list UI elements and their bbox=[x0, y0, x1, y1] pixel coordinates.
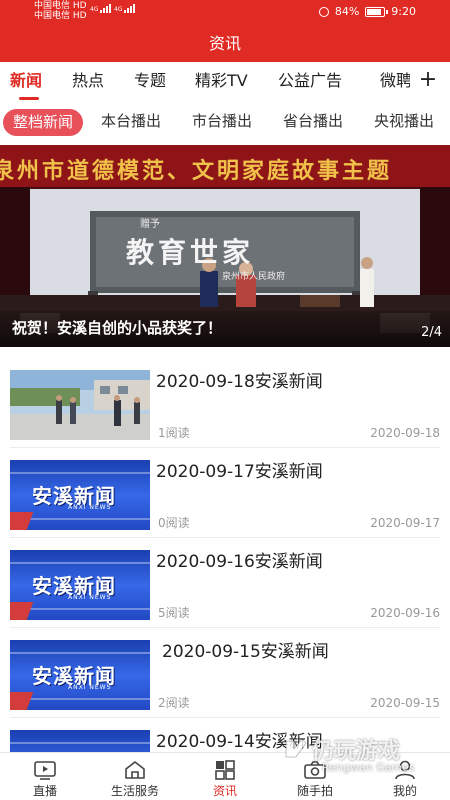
tab-public-ads[interactable]: 公益广告 bbox=[278, 71, 342, 91]
status-bar: 中国电信 HD 中国电信 HD 4G 4G 84% 9:20 bbox=[0, 0, 450, 26]
tv-icon bbox=[34, 761, 56, 780]
carrier-1: 中国电信 HD bbox=[34, 1, 87, 11]
news-date: 2020-09-16 bbox=[370, 606, 440, 620]
anxi-news-logo: 安溪新闻 ANXI NEWS bbox=[10, 640, 150, 710]
battery-percent: 84% bbox=[334, 5, 360, 18]
battery-icon bbox=[365, 6, 389, 17]
news-item[interactable]: 2020-09-18安溪新闻 1阅读 2020-09-18 bbox=[10, 362, 440, 448]
nav-label: 我的 bbox=[392, 784, 417, 798]
page-title: 资讯 bbox=[208, 34, 241, 53]
anxi-news-logo: 安溪新闻 ANXI NEWS bbox=[10, 550, 150, 620]
subtab-full-news[interactable]: 整档新闻 bbox=[3, 109, 84, 136]
news-item[interactable]: 安溪新闻 ANXI NEWS 2020-09-15安溪新闻 2阅读 2020-0… bbox=[10, 632, 440, 718]
news-read-count: 0阅读 bbox=[158, 516, 190, 530]
bottom-nav: 直播 生活服务 资讯 随手拍 我的 bbox=[0, 752, 450, 800]
user-icon bbox=[395, 760, 415, 780]
grid-icon bbox=[215, 760, 235, 780]
news-thumbnail: 安溪新闻 ANXI NEWS bbox=[10, 550, 150, 620]
tab-hot[interactable]: 热点 bbox=[72, 71, 104, 91]
signal-icon-2: 4G bbox=[114, 4, 136, 13]
logo-subtext: ANXI NEWS bbox=[68, 504, 112, 511]
home-icon bbox=[125, 761, 145, 779]
news-read-count: 2阅读 bbox=[158, 696, 190, 710]
tab-jobs[interactable]: 微聘 bbox=[380, 71, 412, 91]
news-date: 2020-09-17 bbox=[370, 516, 440, 530]
active-tab-indicator bbox=[19, 97, 39, 100]
news-date: 2020-09-18 bbox=[370, 426, 440, 440]
banner-plaque-small: 赠予 bbox=[140, 219, 160, 230]
plus-icon[interactable]: + bbox=[418, 69, 438, 91]
banner-carousel[interactable]: 泉州市道德模范、文明家庭故事主题 赠予 教育世家 泉州市人民政府 祝贺！安溪自创… bbox=[0, 145, 450, 347]
subtab-local[interactable]: 本台播出 bbox=[101, 111, 161, 131]
tab-news[interactable]: 新闻 bbox=[10, 71, 42, 91]
sub-tabs: 整档新闻 本台播出 市台播出 省台播出 央视播出 bbox=[0, 104, 450, 140]
news-item[interactable]: 安溪新闻 ANXI NEWS 2020-09-16安溪新闻 5阅读 2020-0… bbox=[10, 542, 440, 628]
carrier-2: 中国电信 HD bbox=[34, 11, 87, 21]
news-thumbnail bbox=[10, 370, 150, 440]
category-tabs: 新闻 热点 专题 精彩TV 公益广告 微聘 + bbox=[0, 62, 450, 102]
news-date: 2020-09-15 bbox=[370, 696, 440, 710]
nav-label: 随手拍 bbox=[296, 784, 333, 798]
nav-snapshot[interactable]: 随手拍 bbox=[270, 753, 360, 800]
news-thumbnail: 安溪新闻 ANXI NEWS bbox=[10, 460, 150, 530]
battery-level bbox=[367, 8, 381, 15]
subtab-province[interactable]: 省台播出 bbox=[283, 111, 343, 131]
nav-label: 资讯 bbox=[212, 784, 237, 798]
news-title: 2020-09-14安溪新闻 bbox=[156, 732, 323, 752]
logo-subtext: ANXI NEWS bbox=[68, 594, 112, 601]
alarm-icon bbox=[318, 6, 329, 17]
banner-plaque-sign: 泉州市人民政府 bbox=[222, 272, 286, 282]
news-thumbnail: 安溪新闻 ANXI NEWS bbox=[10, 640, 150, 710]
banner-plaque-text: 教育世家 bbox=[126, 236, 255, 269]
nav-live[interactable]: 直播 bbox=[0, 753, 90, 800]
clock: 9:20 bbox=[391, 5, 416, 18]
status-right: 84% 9:20 bbox=[318, 5, 416, 18]
logo-subtext: ANXI NEWS bbox=[68, 684, 112, 691]
nav-info[interactable]: 资讯 bbox=[180, 753, 270, 800]
tab-topics[interactable]: 专题 bbox=[134, 71, 166, 91]
signal-icon: 4G bbox=[90, 4, 112, 13]
anxi-news-logo: 安溪新闻 ANXI NEWS bbox=[10, 460, 150, 530]
subtab-city[interactable]: 市台播出 bbox=[192, 111, 252, 131]
subtab-cctv[interactable]: 央视播出 bbox=[374, 111, 434, 131]
banner-caption: 祝贺！安溪自创的小品获奖了！ bbox=[12, 319, 223, 337]
news-item[interactable]: 安溪新闻 ANXI NEWS 2020-09-17安溪新闻 0阅读 2020-0… bbox=[10, 452, 440, 538]
news-photo bbox=[10, 370, 150, 440]
nav-profile[interactable]: 我的 bbox=[360, 753, 450, 800]
banner-page-counter: 2/4 bbox=[421, 325, 442, 340]
camera-icon bbox=[304, 761, 326, 779]
news-title: 2020-09-17安溪新闻 bbox=[156, 462, 323, 482]
news-read-count: 5阅读 bbox=[158, 606, 190, 620]
news-title: 2020-09-16安溪新闻 bbox=[156, 552, 323, 572]
news-title: 2020-09-15安溪新闻 bbox=[162, 642, 329, 662]
nav-label: 生活服务 bbox=[110, 784, 159, 798]
news-title: 2020-09-18安溪新闻 bbox=[156, 372, 323, 392]
nav-life-services[interactable]: 生活服务 bbox=[90, 753, 180, 800]
nav-label: 直播 bbox=[32, 784, 57, 798]
banner-headline: 泉州市道德模范、文明家庭故事主题 bbox=[0, 158, 393, 184]
tab-tv[interactable]: 精彩TV bbox=[195, 71, 248, 91]
news-read-count: 1阅读 bbox=[158, 426, 190, 440]
